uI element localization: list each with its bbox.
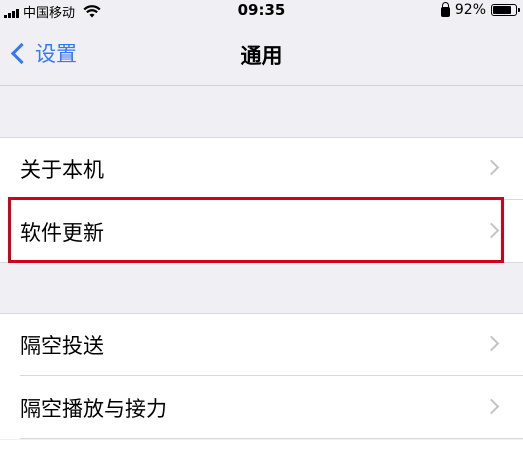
row-software-update[interactable]: 软件更新 [0,200,523,263]
row-label: 关于本机 [20,157,104,182]
settings-group-about: 关于本机 软件更新 [0,137,523,263]
nav-divider [0,85,523,86]
navigation-bar: 设置 通用 [0,24,523,86]
page-title: 通用 [240,44,283,68]
row-about-this-device[interactable]: 关于本机 [0,137,523,200]
chevron-right-icon [483,335,500,352]
row-airplay-handoff[interactable]: 隔空播放与接力 [0,376,523,439]
status-bar: 中国移动 09:35 92% [0,0,523,22]
orientation-lock-icon [440,1,450,17]
chevron-right-icon [483,159,500,176]
row-label: 软件更新 [20,220,104,245]
row-airdrop[interactable]: 隔空投送 [0,313,523,376]
chevron-right-icon [483,398,500,415]
group-divider [0,262,523,263]
row-partially-visible[interactable] [0,440,523,460]
row-label: 隔空投送 [20,333,104,358]
chevron-right-icon [483,222,500,239]
battery-percent: 92% [454,2,486,18]
row-divider [20,438,523,439]
battery-icon [491,4,520,16]
settings-group-airdrop: 隔空投送 隔空播放与接力 [0,313,523,439]
status-bar-right: 92% [440,1,520,18]
battery-fill [493,6,511,14]
row-label: 隔空播放与接力 [20,396,167,421]
